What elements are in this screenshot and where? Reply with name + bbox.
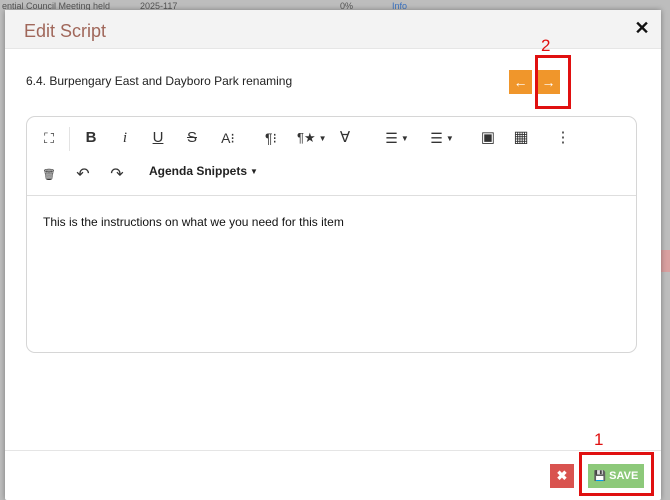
- background-edge-button: [660, 250, 670, 272]
- paragraph-format-icon[interactable]: ¶⁝: [259, 127, 283, 149]
- annotation-box-1: [579, 452, 654, 496]
- agenda-snippets-label: Agenda Snippets: [149, 164, 248, 178]
- italic-icon[interactable]: i: [115, 127, 135, 149]
- insert-image-icon[interactable]: ▣: [477, 127, 499, 149]
- font-size-icon[interactable]: A⁝: [216, 127, 240, 149]
- editor-content[interactable]: This is the instructions on what we you …: [43, 215, 344, 229]
- chevron-down-icon: ▼: [445, 134, 454, 144]
- previous-item-button[interactable]: ←: [509, 70, 532, 94]
- rich-text-editor: ⛶ B i U S A⁝ ¶⁝ ¶★ ▼ Ɐ ☰ ▼ ☰ ▼ ▣ ▦ ⋮ 🗑 ↶ ↷ …: [26, 116, 637, 353]
- fullscreen-icon[interactable]: ⛶: [39, 127, 59, 149]
- footer-divider: [5, 450, 661, 451]
- annotation-label-2: 2: [541, 36, 551, 55]
- toolbar-separator: [69, 127, 70, 151]
- paragraph-style-icon[interactable]: ¶★ ▼: [297, 127, 327, 149]
- editor-toolbar: ⛶ B i U S A⁝ ¶⁝ ¶★ ▼ Ɐ ☰ ▼ ☰ ▼ ▣ ▦ ⋮ 🗑 ↶ ↷ …: [27, 117, 636, 196]
- ordered-list-icon[interactable]: ☰ ▼: [380, 127, 414, 149]
- unordered-list-glyph: ☰: [430, 130, 443, 146]
- redo-icon[interactable]: ↷: [107, 164, 127, 186]
- agenda-snippets-dropdown[interactable]: Agenda Snippets ▼: [149, 164, 258, 178]
- insert-table-icon[interactable]: ▦: [510, 127, 532, 149]
- underline-icon[interactable]: U: [148, 127, 168, 149]
- strikethrough-icon[interactable]: S: [182, 127, 202, 149]
- chevron-down-icon: ▼: [250, 167, 258, 177]
- unordered-list-icon[interactable]: ☰ ▼: [425, 127, 459, 149]
- close-icon[interactable]: ✕: [634, 19, 650, 37]
- chevron-down-icon: ▼: [400, 134, 409, 144]
- bold-icon[interactable]: B: [81, 127, 101, 149]
- undo-icon[interactable]: ↶: [73, 164, 93, 186]
- agenda-item-title: 6.4. Burpengary East and Dayboro Park re…: [26, 74, 293, 88]
- trash-icon[interactable]: 🗑: [41, 164, 57, 186]
- modal-title: Edit Script: [24, 21, 107, 41]
- chevron-down-icon: ▼: [318, 133, 327, 143]
- modal-header: Edit Script ✕: [5, 10, 661, 49]
- annotation-box-2: [535, 55, 571, 109]
- delete-button[interactable]: ✖: [550, 464, 574, 488]
- more-options-icon[interactable]: ⋮: [555, 127, 571, 149]
- ordered-list-glyph: ☰: [385, 130, 398, 146]
- paragraph-style-glyph: ¶★: [297, 130, 316, 145]
- annotation-label-1: 1: [594, 430, 604, 449]
- clear-formatting-icon[interactable]: Ɐ: [335, 127, 355, 149]
